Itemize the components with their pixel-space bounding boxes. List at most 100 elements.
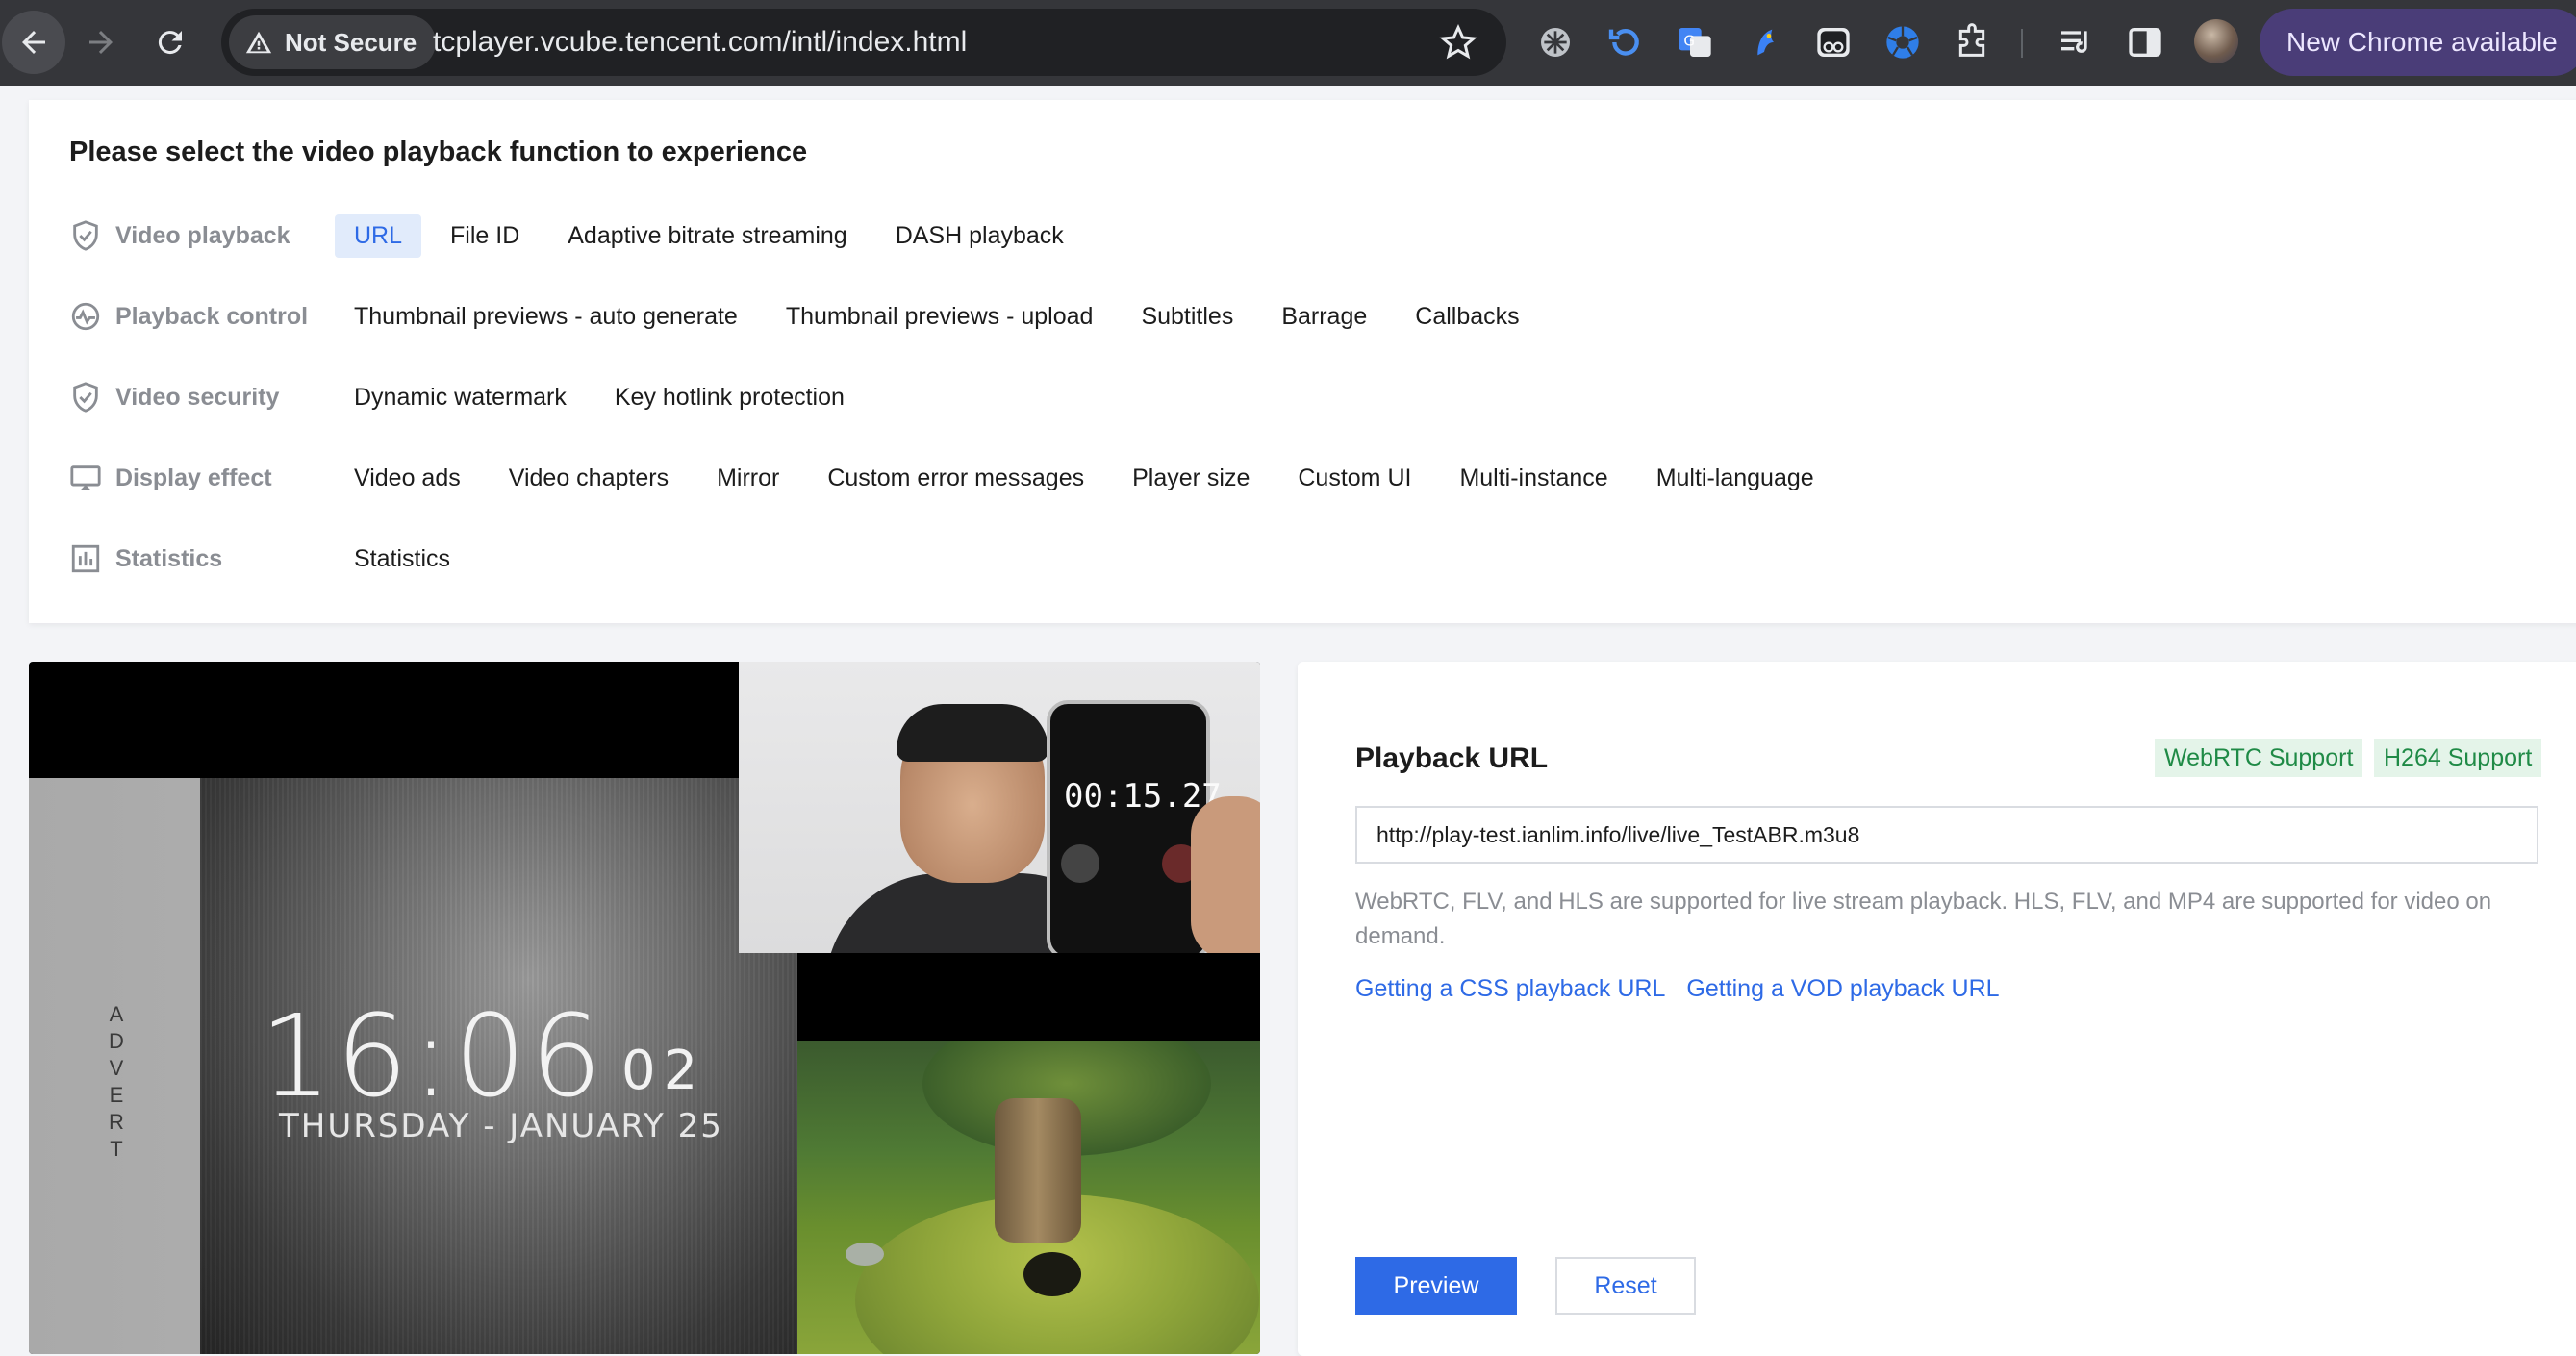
row-label-text: Playback control xyxy=(115,302,309,330)
option-list: Thumbnail previews - auto generate Thumb… xyxy=(335,288,1539,345)
shield-check-icon xyxy=(73,220,98,251)
option-thumbnail-auto[interactable]: Thumbnail previews - auto generate xyxy=(335,295,757,339)
help-links: Getting a CSS playback URL Getting a VOD… xyxy=(1355,975,2000,1003)
option-multi-language[interactable]: Multi-language xyxy=(1637,457,1833,500)
row-label-text: Video playback xyxy=(115,221,290,249)
side-panel-icon[interactable] xyxy=(2124,21,2166,63)
extensions-puzzle-icon[interactable] xyxy=(1951,21,1993,63)
row-label: Playback control xyxy=(69,288,308,345)
playback-url-help: WebRTC, FLV, and HLS are supported for l… xyxy=(1355,889,2492,949)
person-hair xyxy=(897,704,1048,762)
rock xyxy=(846,1243,884,1266)
bar-chart-icon xyxy=(71,544,100,573)
video-player[interactable]: ADVERT 16:06 02 THURSDAY - JANUARY 25 00… xyxy=(29,662,1260,1354)
row-statistics: Statistics Statistics xyxy=(29,530,2530,588)
phone-shape xyxy=(1047,700,1210,953)
option-custom-error[interactable]: Custom error messages xyxy=(808,457,1103,500)
function-panel: Please select the video playback functio… xyxy=(29,100,2576,623)
preview-button[interactable]: Preview xyxy=(1355,1257,1517,1315)
row-label: Video security xyxy=(69,368,279,426)
css-playback-url-link[interactable]: Getting a CSS playback URL xyxy=(1355,975,1665,1003)
forward-button[interactable] xyxy=(69,11,133,74)
clock-time: 16:06 xyxy=(260,990,607,1122)
option-dash-playback[interactable]: DASH playback xyxy=(876,214,1083,258)
extension-aperture-icon[interactable] xyxy=(1881,21,1924,63)
svg-text:G: G xyxy=(1683,32,1695,49)
extension-perplexity-icon[interactable] xyxy=(1534,21,1577,63)
option-video-ads[interactable]: Video ads xyxy=(335,457,480,500)
option-file-id[interactable]: File ID xyxy=(431,214,539,258)
extension-translate-icon[interactable]: G xyxy=(1674,21,1716,63)
row-display-effect: Display effect Video ads Video chapters … xyxy=(29,449,2530,507)
playback-url-title: Playback URL xyxy=(1355,742,1549,774)
profile-avatar[interactable] xyxy=(2194,19,2238,63)
option-dynamic-watermark[interactable]: Dynamic watermark xyxy=(335,376,586,419)
back-button[interactable] xyxy=(2,11,65,74)
option-list: Statistics xyxy=(335,530,469,588)
playback-url-input[interactable] xyxy=(1355,806,2538,864)
row-video-security: Video security Dynamic watermark Key hot… xyxy=(29,368,2530,426)
webcam-video-tile: 00:15.27 xyxy=(739,662,1260,953)
shield-check-icon xyxy=(73,382,98,413)
reload-button[interactable] xyxy=(139,11,202,74)
playback-control-icon xyxy=(71,302,100,331)
row-label-text: Statistics xyxy=(115,544,223,572)
security-chip[interactable]: Not Secure xyxy=(229,15,437,69)
row-video-playback: Video playback URL File ID Adaptive bitr… xyxy=(29,207,2530,264)
function-panel-title: Please select the video playback functio… xyxy=(69,137,808,167)
option-barrage[interactable]: Barrage xyxy=(1262,295,1386,339)
option-custom-ui[interactable]: Custom UI xyxy=(1278,457,1430,500)
clock-date: THURSDAY - JANUARY 25 xyxy=(279,1107,723,1145)
extension-spectacles-icon[interactable] xyxy=(1812,21,1855,63)
address-bar[interactable]: Not Secure tcplayer.vcube.tencent.com/in… xyxy=(221,9,1506,76)
arrow-left-icon xyxy=(22,31,45,54)
browser-toolbar: Not Secure tcplayer.vcube.tencent.com/in… xyxy=(0,0,2576,86)
tree-trunk xyxy=(995,1098,1081,1243)
option-player-size[interactable]: Player size xyxy=(1113,457,1269,500)
option-video-chapters[interactable]: Video chapters xyxy=(490,457,688,500)
option-list: Video ads Video chapters Mirror Custom e… xyxy=(335,449,1833,507)
option-multi-instance[interactable]: Multi-instance xyxy=(1440,457,1627,500)
phone-button xyxy=(1061,844,1099,883)
option-subtitles[interactable]: Subtitles xyxy=(1122,295,1252,339)
toolbar-divider xyxy=(2021,29,2023,58)
animation-video-tile xyxy=(797,1041,1260,1354)
option-statistics[interactable]: Statistics xyxy=(335,538,469,581)
row-playback-control: Playback control Thumbnail previews - au… xyxy=(29,288,2530,345)
warning-icon xyxy=(245,31,272,54)
advert-vertical-text: ADVERT xyxy=(109,1002,124,1161)
row-label: Display effect xyxy=(69,449,272,507)
option-url[interactable]: URL xyxy=(335,213,422,258)
option-adaptive-bitrate[interactable]: Adaptive bitrate streaming xyxy=(548,214,866,258)
bookmark-star-icon[interactable] xyxy=(1439,23,1477,62)
option-key-hotlink[interactable]: Key hotlink protection xyxy=(595,376,864,419)
burrow-hole xyxy=(1023,1252,1081,1296)
new-chrome-button[interactable]: New Chrome available xyxy=(2260,9,2576,76)
row-label: Video playback xyxy=(69,207,290,264)
url-text[interactable]: tcplayer.vcube.tencent.com/intl/index.ht… xyxy=(433,9,967,76)
webrtc-support-badge: WebRTC Support xyxy=(2155,739,2363,777)
media-queue-icon[interactable] xyxy=(2055,21,2097,63)
option-callbacks[interactable]: Callbacks xyxy=(1396,295,1538,339)
stopwatch-readout: 00:15.27 xyxy=(1064,777,1222,816)
extension-bird-icon[interactable] xyxy=(1743,21,1785,63)
option-list: Dynamic watermark Key hotlink protection xyxy=(335,368,864,426)
vod-playback-url-link[interactable]: Getting a VOD playback URL xyxy=(1686,975,1999,1003)
extension-sync-icon[interactable] xyxy=(1604,21,1647,63)
row-label-text: Video security xyxy=(115,383,280,411)
clock-panel: 16:06 02 THURSDAY - JANUARY 25 xyxy=(200,778,951,1354)
monitor-icon xyxy=(70,465,101,490)
option-thumbnail-upload[interactable]: Thumbnail previews - upload xyxy=(767,295,1113,339)
advert-video-tile: ADVERT 16:06 02 THURSDAY - JANUARY 25 xyxy=(29,778,951,1354)
row-label: Statistics xyxy=(69,530,222,588)
clock-seconds: 02 xyxy=(621,1040,706,1102)
row-label-text: Display effect xyxy=(115,464,272,491)
reload-icon xyxy=(158,31,182,55)
option-mirror[interactable]: Mirror xyxy=(697,457,798,500)
arrow-right-icon xyxy=(89,31,113,54)
playback-url-panel: Playback URL WebRTC Support H264 Support… xyxy=(1298,662,2576,1356)
hand-shape xyxy=(1191,796,1260,953)
reset-button[interactable]: Reset xyxy=(1555,1257,1696,1315)
option-list: URL File ID Adaptive bitrate streaming D… xyxy=(335,207,1083,264)
h264-support-badge: H264 Support xyxy=(2374,739,2542,777)
